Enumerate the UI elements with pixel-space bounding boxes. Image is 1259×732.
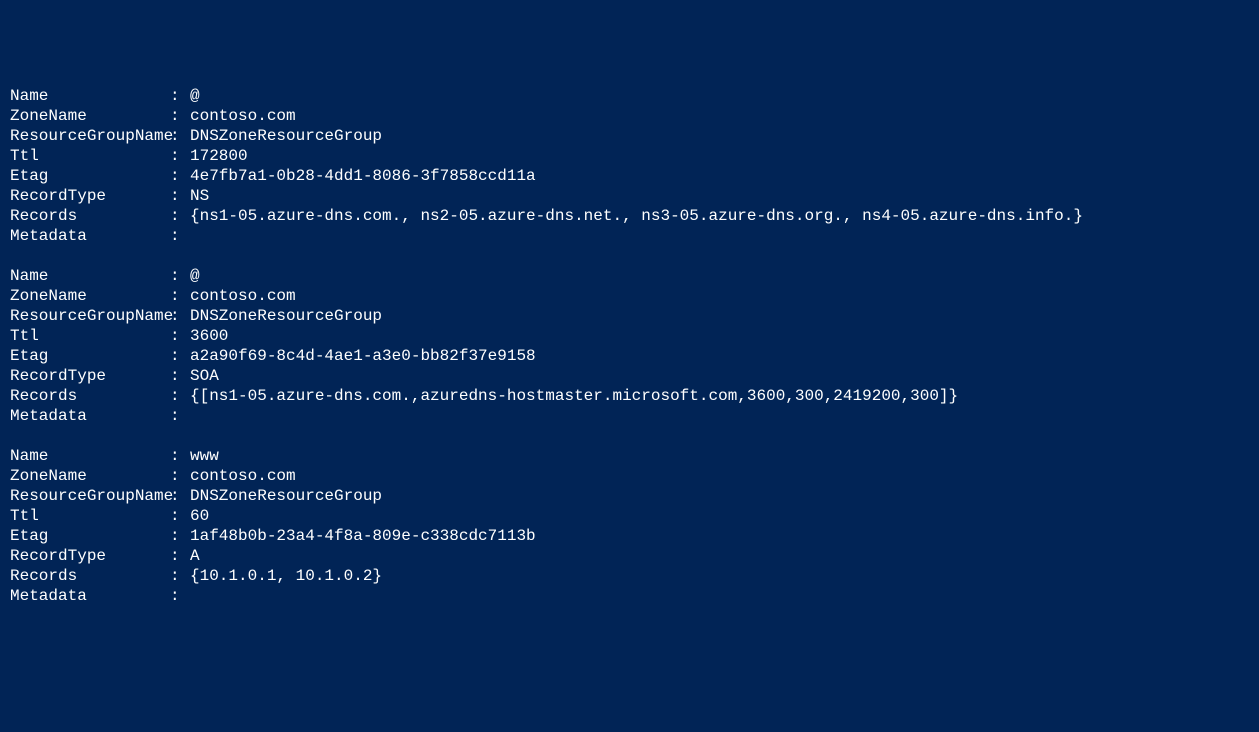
field-value-records: {10.1.0.1, 10.1.0.2} bbox=[190, 566, 382, 586]
output-line: Records:{10.1.0.1, 10.1.0.2} bbox=[10, 566, 1249, 586]
dns-record-block: Name:wwwZoneName:contoso.comResourceGrou… bbox=[10, 446, 1249, 606]
output-line: RecordType:SOA bbox=[10, 366, 1249, 386]
field-value-ttl: 60 bbox=[190, 506, 209, 526]
separator: : bbox=[170, 206, 190, 226]
field-label-ttl: Ttl bbox=[10, 506, 170, 526]
output-line: Name:@ bbox=[10, 266, 1249, 286]
output-line: Ttl:172800 bbox=[10, 146, 1249, 166]
output-line: RecordType:A bbox=[10, 546, 1249, 566]
field-value-name: @ bbox=[190, 266, 200, 286]
separator: : bbox=[170, 286, 190, 306]
separator: : bbox=[170, 166, 190, 186]
field-value-zonename: contoso.com bbox=[190, 466, 296, 486]
output-line: ZoneName:contoso.com bbox=[10, 106, 1249, 126]
field-label-etag: Etag bbox=[10, 346, 170, 366]
field-label-zonename: ZoneName bbox=[10, 466, 170, 486]
separator: : bbox=[170, 386, 190, 406]
field-label-zonename: ZoneName bbox=[10, 286, 170, 306]
separator: : bbox=[170, 486, 190, 506]
field-label-metadata: Metadata bbox=[10, 226, 170, 246]
field-value-resourcegroupname: DNSZoneResourceGroup bbox=[190, 486, 382, 506]
separator: : bbox=[170, 86, 190, 106]
output-line: ZoneName:contoso.com bbox=[10, 466, 1249, 486]
separator: : bbox=[170, 506, 190, 526]
separator: : bbox=[170, 226, 190, 246]
field-value-records: {ns1-05.azure-dns.com., ns2-05.azure-dns… bbox=[190, 206, 1083, 226]
output-line: ResourceGroupName:DNSZoneResourceGroup bbox=[10, 486, 1249, 506]
separator: : bbox=[170, 146, 190, 166]
separator: : bbox=[170, 106, 190, 126]
output-line: Records:{ns1-05.azure-dns.com., ns2-05.a… bbox=[10, 206, 1249, 226]
field-value-etag: 4e7fb7a1-0b28-4dd1-8086-3f7858ccd11a bbox=[190, 166, 536, 186]
separator: : bbox=[170, 586, 190, 606]
field-value-etag: a2a90f69-8c4d-4ae1-a3e0-bb82f37e9158 bbox=[190, 346, 536, 366]
field-label-ttl: Ttl bbox=[10, 326, 170, 346]
separator: : bbox=[170, 526, 190, 546]
dns-record-block: Name:@ZoneName:contoso.comResourceGroupN… bbox=[10, 266, 1249, 426]
field-label-name: Name bbox=[10, 86, 170, 106]
output-line: Records:{[ns1-05.azure-dns.com.,azuredns… bbox=[10, 386, 1249, 406]
field-label-resourcegroupname: ResourceGroupName bbox=[10, 306, 170, 326]
field-label-records: Records bbox=[10, 386, 170, 406]
field-value-resourcegroupname: DNSZoneResourceGroup bbox=[190, 306, 382, 326]
separator: : bbox=[170, 306, 190, 326]
field-value-ttl: 3600 bbox=[190, 326, 228, 346]
field-label-metadata: Metadata bbox=[10, 586, 170, 606]
field-value-zonename: contoso.com bbox=[190, 106, 296, 126]
separator: : bbox=[170, 366, 190, 386]
output-line: Metadata: bbox=[10, 586, 1249, 606]
output-line: RecordType:NS bbox=[10, 186, 1249, 206]
field-value-name: @ bbox=[190, 86, 200, 106]
output-line: Etag:4e7fb7a1-0b28-4dd1-8086-3f7858ccd11… bbox=[10, 166, 1249, 186]
field-label-recordtype: RecordType bbox=[10, 186, 170, 206]
field-value-records: {[ns1-05.azure-dns.com.,azuredns-hostmas… bbox=[190, 386, 958, 406]
field-label-name: Name bbox=[10, 266, 170, 286]
separator: : bbox=[170, 186, 190, 206]
field-label-zonename: ZoneName bbox=[10, 106, 170, 126]
field-label-resourcegroupname: ResourceGroupName bbox=[10, 126, 170, 146]
output-line: Metadata: bbox=[10, 406, 1249, 426]
separator: : bbox=[170, 326, 190, 346]
output-line: Ttl:3600 bbox=[10, 326, 1249, 346]
output-line: ResourceGroupName:DNSZoneResourceGroup bbox=[10, 126, 1249, 146]
field-value-ttl: 172800 bbox=[190, 146, 248, 166]
field-value-name: www bbox=[190, 446, 219, 466]
output-line: ZoneName:contoso.com bbox=[10, 286, 1249, 306]
output-line: ResourceGroupName:DNSZoneResourceGroup bbox=[10, 306, 1249, 326]
powershell-output: Name:@ZoneName:contoso.comResourceGroupN… bbox=[10, 86, 1249, 606]
field-label-records: Records bbox=[10, 566, 170, 586]
field-value-recordtype: A bbox=[190, 546, 200, 566]
field-label-recordtype: RecordType bbox=[10, 366, 170, 386]
separator: : bbox=[170, 126, 190, 146]
field-label-metadata: Metadata bbox=[10, 406, 170, 426]
dns-record-block: Name:@ZoneName:contoso.comResourceGroupN… bbox=[10, 86, 1249, 246]
field-label-ttl: Ttl bbox=[10, 146, 170, 166]
field-label-name: Name bbox=[10, 446, 170, 466]
field-label-recordtype: RecordType bbox=[10, 546, 170, 566]
output-line: Ttl:60 bbox=[10, 506, 1249, 526]
output-line: Name:www bbox=[10, 446, 1249, 466]
field-value-resourcegroupname: DNSZoneResourceGroup bbox=[190, 126, 382, 146]
separator: : bbox=[170, 446, 190, 466]
separator: : bbox=[170, 406, 190, 426]
output-line: Etag:a2a90f69-8c4d-4ae1-a3e0-bb82f37e915… bbox=[10, 346, 1249, 366]
separator: : bbox=[170, 466, 190, 486]
field-label-resourcegroupname: ResourceGroupName bbox=[10, 486, 170, 506]
output-line: Etag:1af48b0b-23a4-4f8a-809e-c338cdc7113… bbox=[10, 526, 1249, 546]
field-label-records: Records bbox=[10, 206, 170, 226]
separator: : bbox=[170, 546, 190, 566]
field-value-zonename: contoso.com bbox=[190, 286, 296, 306]
output-line: Metadata: bbox=[10, 226, 1249, 246]
separator: : bbox=[170, 346, 190, 366]
separator: : bbox=[170, 266, 190, 286]
field-label-etag: Etag bbox=[10, 526, 170, 546]
field-value-recordtype: SOA bbox=[190, 366, 219, 386]
field-label-etag: Etag bbox=[10, 166, 170, 186]
field-value-recordtype: NS bbox=[190, 186, 209, 206]
output-line: Name:@ bbox=[10, 86, 1249, 106]
field-value-etag: 1af48b0b-23a4-4f8a-809e-c338cdc7113b bbox=[190, 526, 536, 546]
separator: : bbox=[170, 566, 190, 586]
